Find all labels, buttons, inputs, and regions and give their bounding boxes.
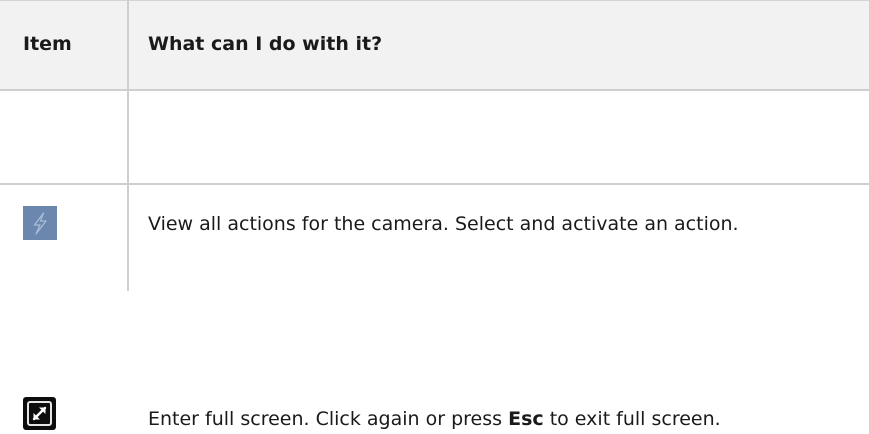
description-text-before: Enter full screen. Click again or press (148, 408, 509, 430)
row-divider (0, 183, 869, 185)
row-divider (0, 89, 869, 91)
header-item: Item (23, 33, 72, 55)
table-row: Enter full screen. Click again or press … (0, 184, 869, 430)
table-top-border (0, 0, 869, 1)
header-description: What can I do with it? (148, 33, 383, 55)
column-divider (127, 0, 129, 90)
description-text-after: to exit full screen. (543, 408, 721, 430)
column-divider (127, 90, 129, 291)
help-table: Item What can I do with it? View all act… (0, 0, 869, 430)
row-description: Enter full screen. Click again or press … (148, 408, 721, 430)
table-row: View all actions for the camera. Select … (0, 90, 869, 240)
fullscreen-expand-icon (23, 397, 56, 430)
table-header-row: Item What can I do with it? (0, 0, 869, 90)
esc-key-label: Esc (508, 408, 544, 430)
